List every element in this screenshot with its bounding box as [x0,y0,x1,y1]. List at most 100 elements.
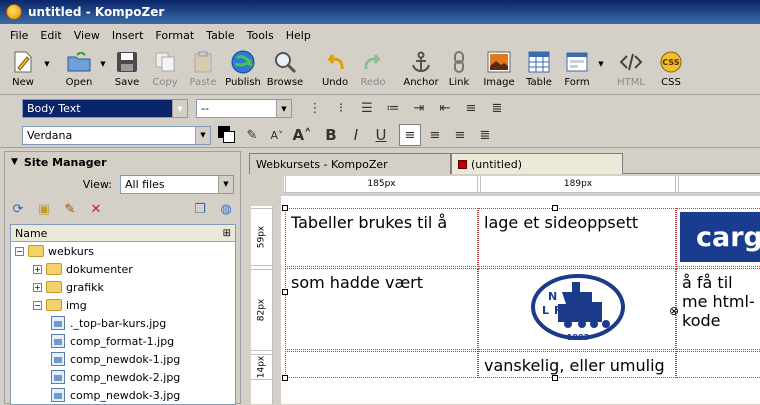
resize-handle[interactable] [282,375,288,381]
table-cell[interactable]: vanskelig, eller umulig [478,351,676,378]
open-button[interactable]: Open [60,47,98,93]
resize-handle[interactable] [552,205,558,211]
resize-handle[interactable] [552,375,558,381]
bold-icon[interactable]: B [320,124,342,146]
tree-file-row[interactable]: comp_newdok-3.jpg [11,386,235,404]
font-size-smaller-icon[interactable]: A˅ [266,124,288,146]
edit-sites-icon[interactable]: ❐ [191,200,209,218]
tree-column-header[interactable]: Name ⊞ [11,225,235,242]
text-color-picker[interactable] [216,124,238,146]
format-toolbar-2: Verdana ▼ ✎ A˅ A˄ B I U ≡ ≡ ≡ ≣ [0,123,760,148]
open-dropdown-arrow[interactable]: ▼ [98,47,108,93]
align-left-icon[interactable]: ≡ [399,124,421,146]
definition-list-icon[interactable]: ☰ [356,98,378,120]
collapse-triangle-icon[interactable]: ▼ [11,157,18,167]
form-dropdown-arrow[interactable]: ▼ [596,47,606,93]
link-button[interactable]: Link [440,47,478,93]
underline-icon[interactable]: U [370,124,392,146]
anchor-button[interactable]: Anchor [402,47,440,93]
table-cell[interactable]: å få til me html-kode [676,268,760,350]
column-width-label[interactable] [678,176,760,192]
site-file-tree: Name ⊞ − webkurs + dokumenter + grafikk − img ._… [10,224,236,405]
paragraph-style-select[interactable]: Body Text ▼ [22,99,188,118]
align-center-icon[interactable]: ≡ [424,124,446,146]
list-items-icon[interactable]: ≔ [382,98,404,120]
tree-folder-row[interactable]: − img [11,296,235,314]
highlight-pen-icon[interactable]: ✎ [241,124,263,146]
tree-folder-row[interactable]: + dokumenter [11,260,235,278]
column-picker-icon[interactable]: ⊞ [223,228,235,239]
resize-handle[interactable] [282,205,288,211]
tab-webkursets[interactable]: Webkursets - KompoZer [249,153,451,174]
copy-button[interactable]: Copy [146,47,184,93]
site-manager-header[interactable]: ▼ Site Manager [5,152,240,172]
table-cell[interactable]: Tabeller brukes til å [285,208,478,267]
tree-file-row[interactable]: ._top-bar-kurs.jpg [11,314,235,332]
tab-untitled[interactable]: (untitled) [451,153,623,174]
table-cell[interactable]: lage et sideoppsett [478,208,676,267]
paste-button[interactable]: Paste [184,47,222,93]
row-height-label[interactable]: 59px [251,208,272,266]
delete-icon[interactable]: ✕ [87,200,105,218]
redo-button[interactable]: Redo [354,47,392,93]
tree-folder-row[interactable]: + grafikk [11,278,235,296]
menu-help[interactable]: Help [280,27,317,44]
new-dropdown-arrow[interactable]: ▼ [42,47,52,93]
menu-table[interactable]: Table [200,27,240,44]
css-button[interactable]: CSS CSS [652,47,690,93]
font-select[interactable]: Verdana ▼ [22,125,211,145]
save-button[interactable]: Save [108,47,146,93]
numbered-list-icon[interactable]: ⋮ [304,98,326,120]
menu-tools[interactable]: Tools [241,27,280,44]
expand-toggle-icon[interactable]: + [33,264,42,274]
browse-button[interactable]: Browse [264,47,306,93]
tree-file-row[interactable]: comp_format-1.jpg [11,332,235,350]
publish-button[interactable]: Publish [222,47,264,93]
indent-icon[interactable]: ⇥ [408,98,430,120]
view-filter-select[interactable]: All files ▼ [120,174,234,194]
menu-view[interactable]: View [68,27,106,44]
menu-insert[interactable]: Insert [106,27,150,44]
tree-item-label: dokumenter [66,262,133,276]
collapse-toggle-icon[interactable]: − [15,246,24,256]
table-cell[interactable] [676,351,760,378]
html-source-button[interactable]: HTML [610,47,652,93]
outdent-icon[interactable]: ⇤ [434,98,456,120]
column-width-label[interactable]: 189px [480,176,676,192]
tree-file-row[interactable]: comp_newdok-2.jpg [11,368,235,386]
undo-button[interactable]: Undo [316,47,354,93]
resize-handle[interactable] [282,289,288,295]
crosshair-move-icon[interactable]: ⊗ [669,304,679,318]
form-button[interactable]: Form [558,47,596,93]
column-width-label[interactable]: 185px [285,176,478,192]
image-button[interactable]: Image [478,47,520,93]
menu-format[interactable]: Format [149,27,200,44]
logo-letter: L [542,304,549,317]
nlf-logo-image[interactable]: N L F 1893 [530,274,626,347]
row-height-label[interactable]: 14px [251,354,272,380]
site-globe-icon[interactable]: ◍ [217,200,235,218]
collapse-toggle-icon[interactable]: − [33,300,42,310]
tree-file-row[interactable]: comp_newdok-1.jpg [11,350,235,368]
expand-toggle-icon[interactable]: + [33,282,42,292]
class-select[interactable]: -- ▼ [196,99,292,118]
table-cell[interactable] [285,351,478,378]
new-button[interactable]: New [4,47,42,93]
bulleted-list-icon[interactable]: ⁝ [330,98,352,120]
table-cell[interactable]: som hadde vært [285,268,478,350]
block-indent-icon[interactable]: ≡ [460,98,482,120]
italic-icon[interactable]: I [345,124,367,146]
row-height-label[interactable]: 82px [251,269,272,351]
menu-edit[interactable]: Edit [34,27,67,44]
block-outdent-icon[interactable]: ≣ [486,98,508,120]
rename-icon[interactable]: ✎ [61,200,79,218]
refresh-icon[interactable]: ⟳ [9,200,27,218]
justify-icon[interactable]: ≣ [474,124,496,146]
new-folder-icon[interactable]: ▣ [35,200,53,218]
align-right-icon[interactable]: ≡ [449,124,471,146]
table-button[interactable]: Table [520,47,558,93]
cargo-banner-image[interactable]: carg [680,212,760,262]
tree-folder-row[interactable]: − webkurs [11,242,235,260]
menu-file[interactable]: File [4,27,34,44]
font-size-larger-icon[interactable]: A˄ [291,124,313,146]
